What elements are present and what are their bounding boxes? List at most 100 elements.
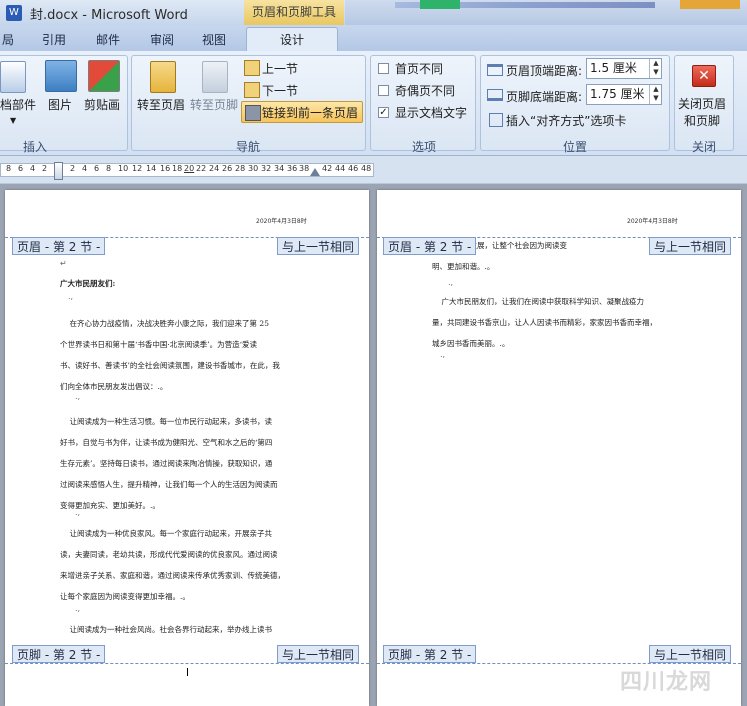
body-paragraph: 在齐心协力战疫情，决战决胜奔小康之际，我们迎来了第 25 个世界读书日和第十届‘… [60,319,280,391]
body-paragraph: 让阅读成为一种生活习惯。每一位市民行动起来，多读书，读 好书，自觉与书为伴，让读… [60,417,278,510]
align-tab-icon [489,113,503,127]
body-paragraph: 让阅读成为一种优良家风。每一个家庭行动起来，开展亲子共 读，夫妻同读，老幼共读，… [60,529,285,601]
different-first-page-label: 首页不同 [395,62,444,76]
tab-mailings[interactable]: 邮件 [96,31,120,48]
ruler-tick: 32 [261,164,272,173]
ruler-tick: 8 [106,164,112,173]
paragraph-mark: ., [75,604,81,613]
header-distance-spinner-icon[interactable]: ▲ ▼ [649,59,662,78]
group-label-navigation: 导航 [235,140,260,154]
ruler-tick: 24 [209,164,220,173]
insert-alignment-tab-button[interactable]: 插入“对齐方式”选项卡 [506,112,626,129]
ruler-tick: 16 [160,164,171,173]
ruler-tick: 28 [235,164,246,173]
titlebar-green-strip [420,0,460,9]
paragraph-mark: ., [448,278,454,287]
close-icon[interactable]: ✕ [692,65,716,87]
clipart-button[interactable]: 剪贴画 [84,96,120,113]
same-as-previous-header-right: 与上一节相同 [649,237,732,255]
ruler-tick: 8 [6,164,12,173]
ruler-tick: 4 [30,164,36,173]
previous-section-button[interactable]: 上一节 [262,60,298,77]
paragraph-mark: ., [75,508,81,517]
quick-parts-dropdown-icon[interactable]: ▼ [10,116,16,125]
footer-distance-spinner-icon[interactable]: ▲ ▼ [649,85,662,104]
close-header-footer-label-2[interactable]: 和页脚 [684,112,720,129]
ruler-tick: 26 [222,164,233,173]
ruler-tick: 14 [146,164,157,173]
ruler-tick: 4 [82,164,88,173]
ruler-tick: 30 [248,164,259,173]
tab-layout[interactable]: 局 [2,31,14,48]
context-tool-label: 页眉和页脚工具 [244,0,344,25]
site-watermark: 四川龙网 [620,670,713,695]
quick-parts-icon[interactable] [0,61,26,93]
ruler-tick: 20 [184,164,195,173]
goto-footer-icon [202,61,228,93]
ruler-tick: 6 [18,164,24,173]
paragraph-mark: ., [440,350,446,359]
picture-button[interactable]: 图片 [48,96,72,113]
goto-header-button[interactable]: 转至页眉 [137,96,185,113]
show-document-text-checkbox[interactable]: ✓ [378,107,389,118]
ruler-tick: 42 [322,164,333,173]
same-as-previous-footer-right: 与上一节相同 [649,645,732,663]
tab-references[interactable]: 引用 [42,31,66,48]
tab-view[interactable]: 视图 [202,31,226,48]
next-section-icon[interactable] [244,82,260,98]
tab-design[interactable]: 设计 [246,27,338,52]
different-odd-even-checkbox[interactable] [378,85,389,96]
different-odd-even-label: 奇偶页不同 [395,84,456,98]
same-as-previous-footer-left: 与上一节相同 [277,645,360,663]
next-section-button[interactable]: 下一节 [262,82,298,99]
right-indent-marker-icon[interactable] [310,168,320,176]
ruler-tick: 46 [348,164,359,173]
ruler-tick: 12 [132,164,143,173]
ruler-tick: 18 [172,164,183,173]
titlebar-orange-strip [680,0,740,9]
group-label-options: 选项 [411,140,436,154]
footer-position-icon [487,89,503,101]
header-distance-label: 页眉顶端距离: [506,64,583,78]
group-label-insert: 插入 [22,140,47,154]
footer-section-tab-left: 页脚 - 第 2 节 - [12,645,106,663]
header-date-left: 2020年4月3日8时 [256,218,307,225]
link-to-previous-label: 链接到前一条页眉 [262,106,359,120]
same-as-previous-header-left: 与上一节相同 [277,237,360,255]
paragraph-mark: ., [68,292,74,301]
ruler-tick: 48 [361,164,372,173]
ruler-tick: 36 [287,164,298,173]
footer-distance-label: 页脚底端距离: [506,90,583,104]
goto-header-icon[interactable] [150,61,176,93]
clipart-icon[interactable] [88,60,120,92]
ruler-tick: 2 [42,164,48,173]
ruler-tick: 6 [94,164,100,173]
header-position-icon [487,64,503,76]
tab-review[interactable]: 审阅 [150,31,174,48]
goto-footer-button: 转至页脚 [190,98,239,112]
indent-marker-icon[interactable] [54,162,63,180]
footer-distance-value: 1.75 厘米 [590,87,645,101]
close-header-footer-label-1[interactable]: 关闭页眉 [678,95,726,112]
group-label-close: 关闭 [691,140,716,154]
ruler-tick: 2 [70,164,76,173]
ruler-tick: 38 [299,164,310,173]
body-paragraph: 广大市民朋友们，让我们在阅读中获取科学知识、凝聚战疫力 量，共同建设书香京山，让… [432,297,657,348]
header-section-tab-left: 页眉 - 第 2 节 - [12,237,106,255]
header-distance-value: 1.5 厘米 [590,61,637,75]
group-label-position: 位置 [562,140,587,154]
ruler-tick: 34 [274,164,285,173]
ruler-tick: 22 [196,164,207,173]
previous-section-icon[interactable] [244,60,260,76]
different-first-page-checkbox[interactable] [378,63,389,74]
header-section-tab-right: 页眉 - 第 2 节 - [383,237,477,255]
quick-parts-button[interactable]: 档部件 [0,96,36,113]
ruler-tick: 10 [118,164,129,173]
word-app-icon[interactable]: W [6,5,22,21]
return-mark: ↵ [60,259,67,268]
paragraph-mark: ., [75,392,81,401]
picture-icon[interactable] [45,60,77,92]
body-paragraph: 让阅读成为一种社会风尚。社会各界行动起来，举办线上读书 分享会、读书故事会，通过… [69,625,273,634]
show-document-text-label: 显示文档文字 [395,106,468,120]
ruler-tick: 44 [335,164,346,173]
